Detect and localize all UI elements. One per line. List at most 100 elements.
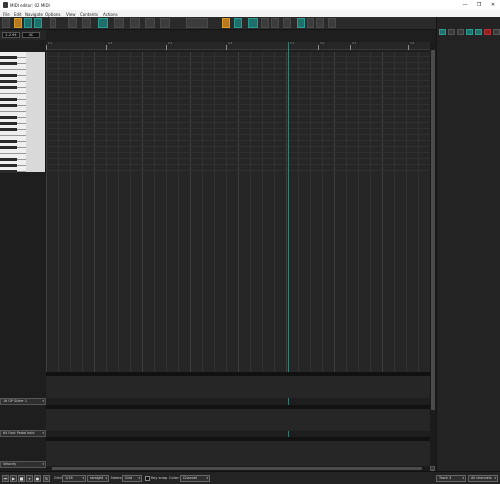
grid-line [70, 52, 71, 372]
piano-key-black[interactable] [0, 98, 17, 101]
tool-button-10[interactable] [130, 18, 140, 28]
tool-button-11[interactable] [145, 18, 155, 28]
grid-line [202, 52, 203, 372]
piano-key-black[interactable] [0, 86, 17, 89]
piano-key-black[interactable] [0, 158, 17, 161]
close-button[interactable]: ✕ [488, 2, 498, 8]
tool-button-14[interactable] [222, 18, 230, 28]
chevron-down-icon: ▾ [105, 476, 107, 480]
play-icon[interactable]: ▶ [10, 475, 17, 482]
cc-lane-2[interactable] [46, 405, 430, 431]
tool-button-16[interactable] [248, 18, 258, 28]
tool-button-6[interactable] [68, 18, 77, 28]
horizontal-scroll-thumb[interactable] [52, 467, 422, 470]
tool-button-1[interactable] [2, 18, 10, 28]
vertical-scrollbar[interactable] [430, 42, 436, 470]
timeline-ruler[interactable]: 2.1 2.2 2.3 2.4 3.1 3.2 3.3 3.4 [46, 42, 430, 50]
chevron-down-icon: ▾ [82, 476, 84, 480]
tool-button-8[interactable] [98, 18, 108, 28]
tool-button-5[interactable] [50, 18, 56, 28]
piano-key-black[interactable] [0, 170, 17, 173]
notes-dropdown[interactable]: Grid ▾ [122, 475, 142, 482]
tool-button-4[interactable] [34, 18, 42, 28]
grid-line [346, 52, 347, 372]
piano-key-black[interactable] [0, 128, 17, 131]
repeat-icon[interactable]: ↻ [43, 475, 50, 482]
piano-keyboard[interactable] [0, 52, 46, 173]
grid-line [286, 52, 287, 372]
tool-button-7[interactable] [82, 18, 91, 28]
menu-navigate[interactable]: Navigate [25, 12, 43, 17]
tool-button-15[interactable] [234, 18, 242, 28]
minimize-button[interactable]: — [460, 2, 470, 8]
grid-row-line [46, 128, 430, 129]
grid-row-line [46, 116, 430, 117]
tool-button-13[interactable] [186, 18, 208, 28]
panel-button-2[interactable] [448, 29, 455, 35]
piano-roll-grid[interactable] [46, 52, 430, 372]
tool-button-23[interactable] [328, 18, 336, 28]
tool-button-3[interactable] [24, 18, 32, 28]
vertical-scroll-thumb[interactable] [431, 50, 435, 410]
cc-lane-1[interactable] [46, 372, 430, 398]
color-dropdown[interactable]: Channel ▾ [180, 475, 210, 482]
tool-button-19[interactable] [283, 18, 291, 28]
panel-button-7[interactable] [493, 29, 500, 35]
tool-button-18[interactable] [271, 18, 279, 28]
piano-key-black[interactable] [0, 146, 17, 149]
title-bar: MIDI editor: 02 MIDI — ❐ ✕ [0, 0, 500, 10]
piano-key-black[interactable] [0, 140, 17, 143]
chevron-down-icon: ▾ [138, 476, 140, 480]
tool-button-21[interactable] [307, 18, 314, 28]
piano-key-black[interactable] [0, 116, 17, 119]
record-icon[interactable]: ● [34, 475, 41, 482]
cc-lane-selector-1[interactable]: 16 GP Slider 1 ▾ [0, 398, 46, 405]
piano-key-black[interactable] [0, 122, 17, 125]
grid-line [394, 52, 395, 372]
grid-dropdown[interactable]: 1/16 ▾ [62, 475, 86, 482]
tool-button-9[interactable] [114, 18, 124, 28]
panel-button-1[interactable] [439, 29, 446, 35]
filter-icon[interactable] [14, 18, 22, 28]
menu-file[interactable]: File [3, 12, 10, 17]
pause-icon[interactable]: ⏸ [26, 475, 33, 482]
menu-view[interactable]: View [66, 12, 76, 17]
tool-button-17[interactable] [261, 18, 269, 28]
maximize-button[interactable]: ❐ [474, 2, 484, 8]
menu-actions[interactable]: Actions [103, 12, 118, 17]
cc-lane-selector-3[interactable]: Velocity ▾ [0, 461, 46, 468]
go-to-start-icon[interactable]: ⏮ [2, 475, 9, 482]
piano-key-black[interactable] [0, 80, 17, 83]
status-bar: ⏮ ▶ ■ ⏸ ● ↻ Grid: 1/16 ▾ straight ▾ Note… [0, 471, 500, 484]
tool-button-22[interactable] [316, 18, 324, 28]
menu-contents[interactable]: Contents [80, 12, 98, 17]
menu-options[interactable]: Options [45, 12, 60, 17]
panel-button-4[interactable] [466, 29, 473, 35]
key-snap-checkbox[interactable] [145, 476, 150, 481]
notes-value: Grid [125, 476, 133, 480]
start-position-field[interactable]: 2.2.94 [2, 32, 20, 38]
piano-key-black[interactable] [0, 164, 17, 167]
cc-lane-label: 64 Foot Pedal hold [3, 431, 35, 435]
length-field[interactable]: 4C [22, 32, 40, 38]
piano-key-black[interactable] [0, 74, 17, 77]
channel-dropdown[interactable]: All channels ▾ [468, 475, 498, 482]
grid-row-line [46, 80, 430, 81]
piano-key-black[interactable] [0, 104, 17, 107]
piano-key-black[interactable] [0, 62, 17, 65]
cc-lane-selector-2[interactable]: 64 Foot Pedal hold ▾ [0, 430, 46, 437]
chevron-down-icon: ▾ [42, 462, 44, 466]
panel-button-3[interactable] [457, 29, 464, 35]
piano-key-black[interactable] [0, 56, 17, 59]
track-dropdown[interactable]: Track 3 ▾ [436, 475, 466, 482]
swing-dropdown[interactable]: straight ▾ [87, 475, 109, 482]
menu-edit[interactable]: Edit [14, 12, 22, 17]
panel-button-6[interactable] [484, 29, 491, 35]
tool-button-12[interactable] [160, 18, 170, 28]
grid-row-line [46, 134, 430, 135]
tool-button-20[interactable] [297, 18, 305, 28]
panel-button-5[interactable] [475, 29, 482, 35]
cc-lane-label: Velocity [3, 462, 17, 466]
cc-lane-3[interactable] [46, 437, 430, 466]
stop-icon[interactable]: ■ [18, 475, 25, 482]
